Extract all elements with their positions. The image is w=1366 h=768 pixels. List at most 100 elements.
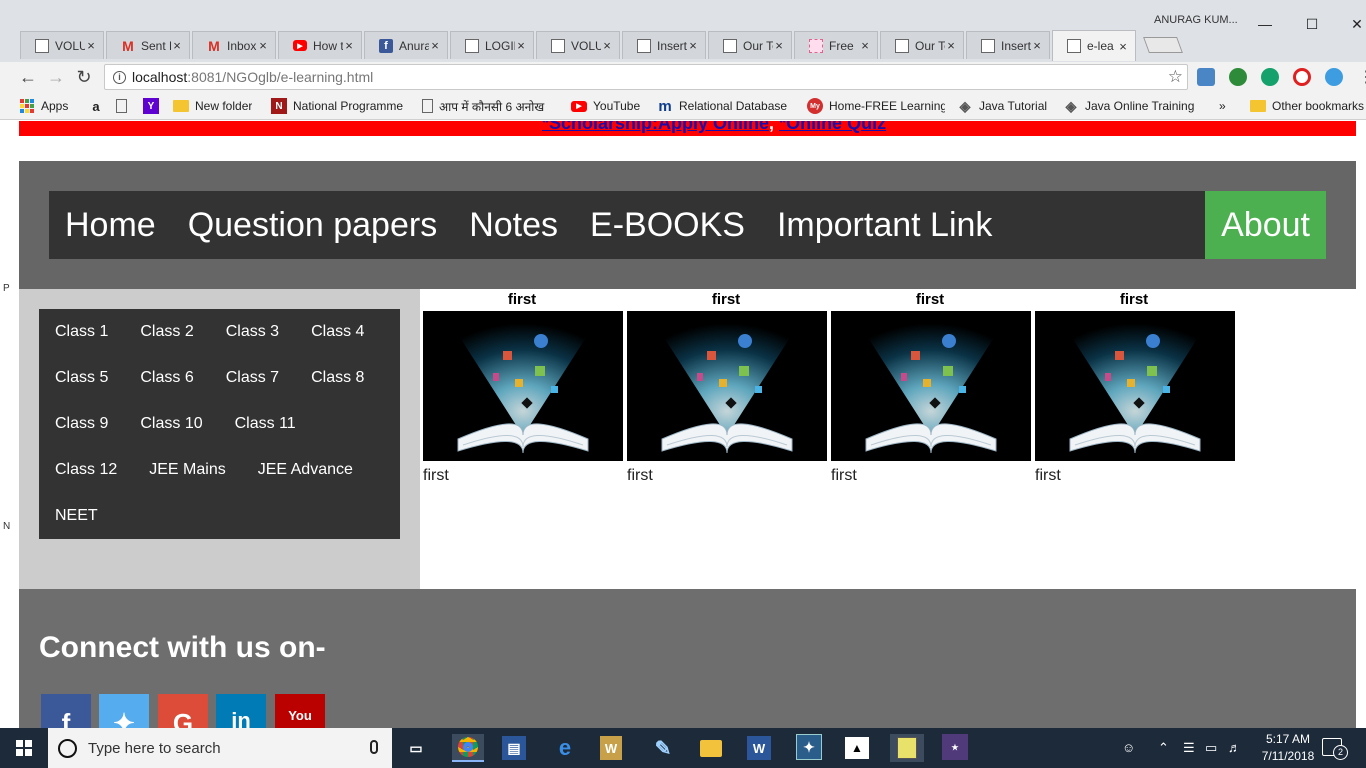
chart-app-icon[interactable] <box>890 734 924 762</box>
notes-icon[interactable]: ✎ <box>649 734 677 762</box>
site-info-icon[interactable]: i <box>113 70 126 84</box>
tab-close-icon[interactable]: × <box>257 38 269 53</box>
bookmark-new-folder[interactable]: New folder <box>173 97 252 115</box>
class-9-link[interactable]: Class 9 <box>39 415 124 433</box>
tab-close-icon[interactable]: × <box>945 38 957 53</box>
microphone-icon[interactable] <box>370 740 378 754</box>
card-book-image[interactable] <box>423 311 623 461</box>
neet-link[interactable]: NEET <box>39 507 114 525</box>
jee-mains-link[interactable]: JEE Mains <box>133 461 241 479</box>
file-explorer-icon[interactable] <box>697 734 725 762</box>
volume-icon[interactable]: ♬ <box>1228 740 1241 755</box>
browser-tab[interactable]: M Sent M× <box>106 31 190 59</box>
nav-home[interactable]: Home <box>49 191 172 259</box>
class-6-link[interactable]: Class 6 <box>124 369 209 387</box>
address-bar[interactable]: i localhost:8081/NGOglb/e-learning.html … <box>104 64 1188 90</box>
maximize-icon[interactable]: ☐ <box>1297 14 1327 34</box>
browser-tab[interactable]: M Inbox × <box>192 31 276 59</box>
opera-icon[interactable] <box>1293 68 1311 86</box>
extension-globe-icon[interactable] <box>1229 68 1247 86</box>
class-12-link[interactable]: Class 12 <box>39 461 133 479</box>
wifi-icon[interactable]: ☰ <box>1183 740 1195 756</box>
class-5-link[interactable]: Class 5 <box>39 369 124 387</box>
gallery-card[interactable]: first first <box>420 289 624 485</box>
tab-close-icon[interactable]: × <box>859 38 871 53</box>
tab-close-icon[interactable]: × <box>773 38 785 53</box>
grammarly-icon[interactable] <box>1261 68 1279 86</box>
gallery-card[interactable]: first first <box>828 289 1032 485</box>
tab-close-icon[interactable]: × <box>171 38 183 53</box>
bookmark-home-free-learning[interactable]: My Home-FREE Learning <box>807 97 945 115</box>
system-clock[interactable]: 5:17 AM 7/11/2018 <box>1257 731 1319 765</box>
extension-icon[interactable] <box>1197 68 1215 86</box>
battery-icon[interactable]: ▭ <box>1205 740 1217 756</box>
gallery-card[interactable]: first first <box>1032 289 1236 485</box>
class-3-link[interactable]: Class 3 <box>210 323 295 341</box>
tab-close-icon[interactable]: × <box>687 38 699 53</box>
google-plus-icon[interactable]: G <box>158 694 208 728</box>
nav-e-books[interactable]: E-BOOKS <box>574 191 761 259</box>
bookmark-hindi-article[interactable]: आप में कौनसी 6 अनोख <box>422 97 562 115</box>
browser-tab[interactable]: VOLUN× <box>20 31 104 59</box>
forward-arrow-icon[interactable]: → <box>45 66 67 88</box>
jee-advance-link[interactable]: JEE Advance <box>242 461 369 479</box>
twitter-icon[interactable]: ✦ <box>99 694 149 728</box>
youtube-icon[interactable]: You <box>275 694 325 728</box>
bookmark-apps[interactable]: Apps <box>20 97 68 115</box>
bookmark-relational-database[interactable]: m Relational Database <box>657 97 787 115</box>
chrome-menu-icon[interactable]: ⋮ <box>1358 67 1366 87</box>
bookmarks-overflow-button[interactable]: » <box>1219 97 1226 115</box>
nav-question-papers[interactable]: Question papers <box>172 191 454 259</box>
bookmark-national-programme[interactable]: N National Programme <box>271 97 409 115</box>
class-7-link[interactable]: Class 7 <box>210 369 295 387</box>
bookmark-youtube[interactable]: ▶ YouTube <box>571 97 640 115</box>
photos-icon[interactable]: ▲ <box>845 737 869 759</box>
reload-icon[interactable]: ↻ <box>73 66 95 88</box>
nav-important-link[interactable]: Important Link <box>761 191 1008 259</box>
bookmark-other-bookmarks[interactable]: Other bookmarks <box>1250 97 1364 115</box>
bookmark-yahoo[interactable]: Y <box>143 97 165 115</box>
browser-tab[interactable]: Free × <box>794 31 878 59</box>
chrome-taskbar-icon[interactable] <box>452 734 484 762</box>
tab-close-icon[interactable]: × <box>343 38 355 53</box>
minimize-icon[interactable]: — <box>1250 14 1280 34</box>
class-8-link[interactable]: Class 8 <box>295 369 380 387</box>
edge-icon[interactable]: e <box>551 734 579 762</box>
nav-notes[interactable]: Notes <box>453 191 574 259</box>
taskbar-search[interactable]: Type here to search <box>48 728 392 768</box>
browser-tab[interactable]: Our Te× <box>880 31 964 59</box>
tab-close-icon[interactable]: × <box>429 38 441 53</box>
online-quiz-link[interactable]: *Online Quiz <box>779 121 886 133</box>
gallery-card[interactable]: first first <box>624 289 828 485</box>
bookmark-java-online-training[interactable]: ◈ Java Online Training <box>1063 97 1195 115</box>
bookmark-amazon[interactable]: a <box>88 97 110 115</box>
world-icon[interactable] <box>1325 68 1343 86</box>
game-icon[interactable]: ★ <box>942 734 968 760</box>
scrollbar[interactable] <box>1356 121 1366 728</box>
word-icon[interactable]: W <box>747 736 771 760</box>
class-4-link[interactable]: Class 4 <box>295 323 380 341</box>
class-1-link[interactable]: Class 1 <box>39 323 124 341</box>
file-app-icon[interactable]: ▤ <box>502 736 526 760</box>
nav-about[interactable]: About <box>1205 191 1326 259</box>
card-book-image[interactable] <box>831 311 1031 461</box>
class-2-link[interactable]: Class 2 <box>124 323 209 341</box>
bookmark-star-icon[interactable]: ☆ <box>1168 67 1183 87</box>
card-book-image[interactable] <box>627 311 827 461</box>
class-11-link[interactable]: Class 11 <box>219 415 312 433</box>
tray-chevron-icon[interactable]: ⌃ <box>1158 740 1169 756</box>
tab-close-icon[interactable]: × <box>1117 39 1129 54</box>
browser-tab[interactable]: f Anura × <box>364 31 448 59</box>
people-icon[interactable]: ☺ <box>1122 740 1135 755</box>
class-10-link[interactable]: Class 10 <box>124 415 218 433</box>
browser-tab[interactable]: Insert × <box>966 31 1050 59</box>
tab-close-icon[interactable]: × <box>515 38 527 53</box>
bookmark-page[interactable] <box>116 97 133 115</box>
browser-tab[interactable]: LOGIN× <box>450 31 534 59</box>
browser-tab[interactable]: Our Te× <box>708 31 792 59</box>
bookmark-java-tutorial[interactable]: ◈ Java Tutorial <box>957 97 1047 115</box>
browser-tab[interactable]: Insert × <box>622 31 706 59</box>
facebook-icon[interactable]: f <box>41 694 91 728</box>
profile-name[interactable]: ANURAG KUM... <box>1154 14 1238 26</box>
new-tab-button[interactable] <box>1143 37 1183 53</box>
